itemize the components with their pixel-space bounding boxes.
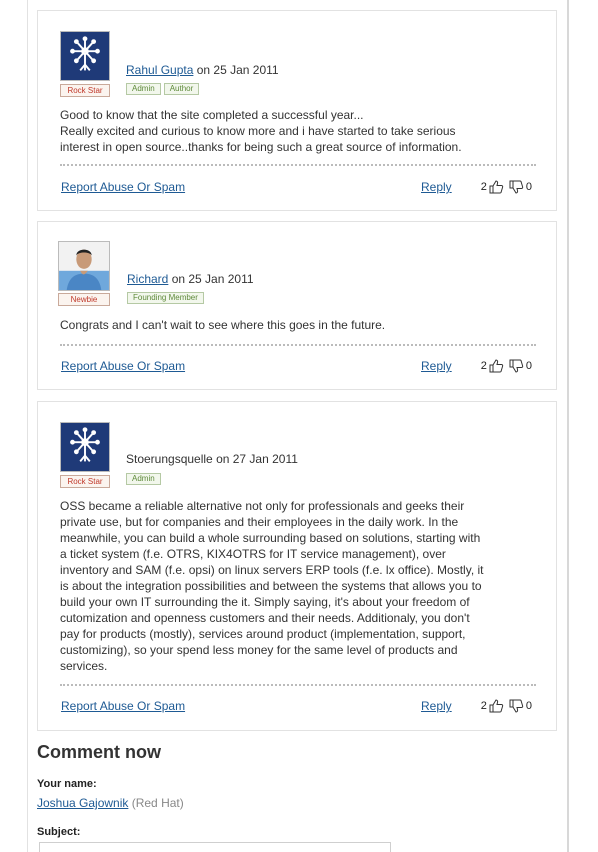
thumbs-down-icon[interactable] [509, 699, 524, 713]
divider [60, 684, 536, 686]
role-badges: Founding Member [127, 292, 204, 304]
up-vote-count: 2 [480, 700, 487, 712]
user-org: (Red Hat) [128, 796, 184, 810]
author-name: Stoerungsquelle [126, 452, 213, 466]
role-badge-admin: Admin [126, 83, 161, 95]
comment-footer: Report Abuse Or Spam Reply 2 0 [61, 699, 534, 715]
thumbs-up-icon[interactable] [489, 699, 504, 713]
reply-link[interactable]: Reply [421, 180, 452, 194]
comment-footer: Report Abuse Or Spam Reply 2 0 [61, 180, 534, 196]
role-badge-author: Author [163, 83, 200, 95]
vote-controls: 2 0 [479, 359, 534, 373]
down-vote-count: 0 [525, 700, 532, 712]
report-abuse-link[interactable]: Report Abuse Or Spam [61, 180, 185, 194]
comment-date: on 25 Jan 2011 [193, 63, 279, 77]
author-line: Stoerungsquelle on 27 Jan 2011 [126, 452, 298, 466]
comment-body: OSS became a reliable alternative not on… [60, 499, 484, 673]
right-column-rule [567, 0, 569, 852]
user-photo-avatar[interactable] [58, 241, 110, 291]
thumbs-up-icon[interactable] [489, 359, 504, 373]
author-link[interactable]: Richard [127, 272, 168, 286]
reply-link[interactable]: Reply [421, 699, 452, 713]
comment: Rock Star Stoerungsquelle on 27 Jan 2011… [37, 401, 557, 731]
comment-body: Congrats and I can't wait to see where t… [60, 318, 386, 332]
comment-form-heading: Comment now [37, 742, 161, 762]
your-name-label: Your name: [37, 778, 97, 790]
divider [60, 164, 536, 166]
role-badges: Admin Author [126, 83, 200, 95]
role-badge-founding-member: Founding Member [127, 292, 204, 304]
subject-input[interactable] [39, 842, 391, 852]
down-vote-count: 0 [525, 360, 532, 372]
comment-footer: Report Abuse Or Spam Reply 2 0 [61, 359, 534, 375]
comment-date: on 25 Jan 2011 [168, 272, 254, 286]
left-column-rule [27, 0, 28, 852]
report-abuse-link[interactable]: Report Abuse Or Spam [61, 699, 185, 713]
comment: Newbie Richard on 25 Jan 2011 Founding M… [37, 221, 557, 390]
reply-link[interactable]: Reply [421, 359, 452, 373]
rank-badge: Rock Star [60, 475, 110, 488]
subject-label: Subject: [37, 826, 81, 838]
role-badge-admin: Admin [126, 473, 161, 485]
comment: Rock Star Rahul Gupta on 25 Jan 2011 Adm… [37, 10, 557, 211]
thumbs-down-icon[interactable] [509, 359, 524, 373]
comment-body: Good to know that the site completed a s… [60, 108, 462, 154]
vote-controls: 2 0 [479, 180, 534, 194]
author-link[interactable]: Rahul Gupta [126, 63, 193, 77]
up-vote-count: 2 [480, 181, 487, 193]
comment-date: on 27 Jan 2011 [212, 452, 298, 466]
report-abuse-link[interactable]: Report Abuse Or Spam [61, 359, 185, 373]
role-badges: Admin [126, 473, 161, 485]
vote-controls: 2 0 [479, 699, 534, 713]
author-line: Richard on 25 Jan 2011 [127, 272, 254, 286]
user-name-link[interactable]: Joshua Gajownik [37, 796, 128, 810]
divider [60, 344, 536, 346]
flower-logo-icon[interactable] [60, 31, 110, 81]
rank-badge: Newbie [58, 293, 110, 306]
your-name-value: Joshua Gajownik (Red Hat) [37, 796, 184, 810]
rank-badge: Rock Star [60, 84, 110, 97]
thumbs-up-icon[interactable] [489, 180, 504, 194]
down-vote-count: 0 [525, 181, 532, 193]
flower-logo-icon[interactable] [60, 422, 110, 472]
author-line: Rahul Gupta on 25 Jan 2011 [126, 63, 279, 77]
up-vote-count: 2 [480, 360, 487, 372]
thumbs-down-icon[interactable] [509, 180, 524, 194]
